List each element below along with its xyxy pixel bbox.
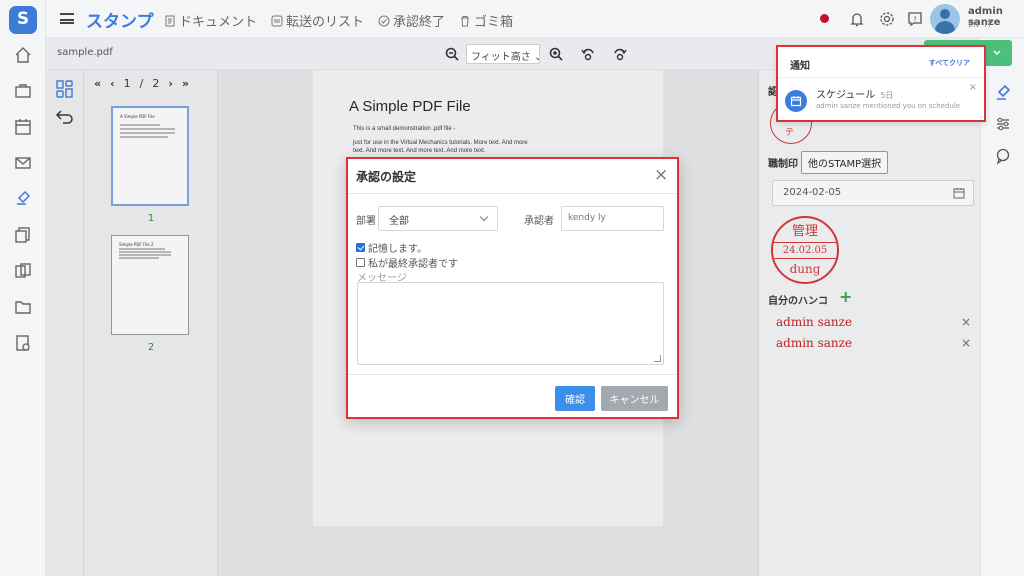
copy-document-icon[interactable] [13,225,33,245]
dialog-header: 承認の設定 × [348,159,677,194]
help-icon[interactable]: ? [906,10,924,28]
zoom-select-value: フィット高さ [471,52,531,63]
sliders-icon[interactable] [994,115,1012,133]
page-title: スタンプ [86,12,154,32]
zoom-out-icon[interactable] [444,46,460,62]
nav-documents[interactable]: ドキュメント [164,11,257,30]
user-language: EN -IT [968,20,992,29]
approver-input[interactable]: kendy ly [561,206,664,231]
cancel-button[interactable]: キャンセル [601,386,668,411]
rotate-left-icon[interactable] [580,46,596,62]
calendar-icon [790,96,802,107]
nav-trash[interactable]: ゴミ箱 [459,11,513,30]
nav-trash-label: ゴミ箱 [474,15,514,30]
clear-all-button[interactable]: すべてクリア [929,58,970,68]
nav-approval-done-label: 承認終了 [393,15,446,30]
remember-checkbox[interactable]: 記憶します。 [356,240,427,255]
notification-message: admin sanze mentioned you on schedule [816,102,961,110]
zoom-in-icon[interactable] [548,46,564,62]
comment-icon[interactable] [994,147,1012,165]
status-dot [820,14,829,23]
final-approver-checkbox[interactable]: 私が最終承認者です [356,255,458,270]
folder-icon[interactable] [13,297,33,317]
notification-close-icon[interactable]: × [969,82,977,93]
trash-icon [461,15,470,26]
remember-label: 記憶します。 [368,244,427,255]
bell-icon[interactable] [848,10,866,28]
left-nav-rail [0,0,46,576]
svg-text:?: ? [913,16,917,24]
nav-documents-label: ドキュメント [179,15,258,30]
approval-settings-dialog: 承認の設定 × 部署 全部 承認者 kendy ly 記憶します。 私が最終承認… [346,157,679,419]
database-icon[interactable] [13,261,33,281]
department-label: 部署 [356,216,376,227]
close-icon[interactable]: × [654,165,668,185]
file-name: sample.pdf [57,47,113,58]
top-bar: スタンプ ドキュメント 転送のリスト 承認終了 ゴミ箱 ? admin sanz… [46,0,1024,38]
notification-age: 5日 [880,91,894,100]
message-textarea[interactable] [357,282,664,365]
zoom-select[interactable]: フィット高さ ⌄ [466,44,540,64]
notification-heading-text: スケジュール [816,90,876,101]
nav-transfer-list[interactable]: 転送のリスト [271,11,364,30]
settings-file-icon[interactable] [13,333,33,353]
approver-label: 承認者 [524,216,554,227]
hamburger-menu-icon[interactable] [60,13,74,24]
gear-icon[interactable] [878,10,896,28]
notification-title: 通知 [790,61,810,72]
transfer-list-icon [271,15,283,26]
chevron-down-icon [993,50,1001,55]
notification-divider [778,77,984,78]
home-icon[interactable] [13,45,33,65]
document-icon [165,15,175,26]
avatar[interactable] [930,4,960,34]
top-nav: ドキュメント 転送のリスト 承認終了 ゴミ箱 [164,11,513,30]
notification-heading[interactable]: スケジュール 5日 [816,86,893,101]
stamp-tool-icon[interactable] [994,84,1012,102]
notification-calendar-icon [785,90,807,112]
app-logo[interactable] [9,6,37,34]
dialog-title: 承認の設定 [356,170,417,184]
right-tool-rail [980,38,1024,576]
final-approver-label: 私が最終承認者です [368,259,458,270]
notification-popup: 通知 すべてクリア スケジュール 5日 admin sanze mentioned… [776,45,986,122]
confirm-button[interactable]: 確認 [555,386,595,411]
mail-icon[interactable] [13,153,33,173]
department-value: 全部 [389,216,409,227]
final-approver-checkbox-box[interactable] [356,258,365,267]
stamp-icon[interactable] [13,189,33,209]
dialog-footer-divider [348,374,677,375]
department-select[interactable]: 全部 [378,206,498,231]
calendar-icon[interactable] [13,117,33,137]
check-circle-icon [378,15,390,26]
nav-approval-done[interactable]: 承認終了 [378,11,445,30]
briefcase-icon[interactable] [13,81,33,101]
remember-checkbox-box[interactable] [356,243,365,252]
rotate-right-icon[interactable] [612,46,628,62]
nav-transfer-list-label: 転送のリスト [286,15,365,30]
